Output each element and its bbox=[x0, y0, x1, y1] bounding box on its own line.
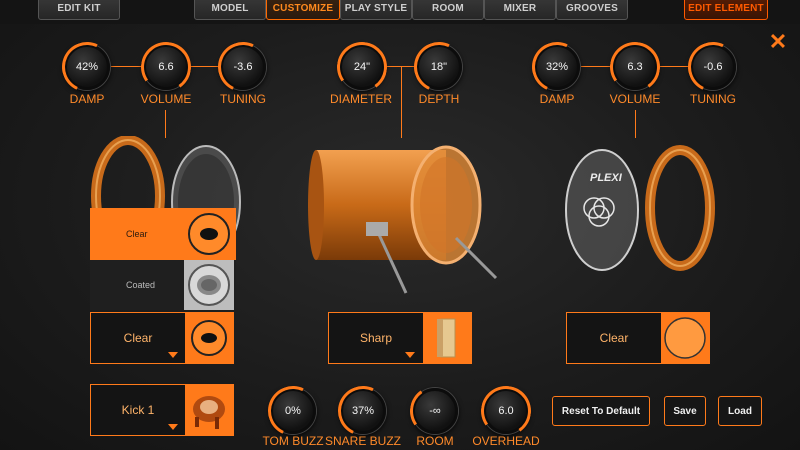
chevron-down-icon bbox=[168, 424, 178, 430]
kick-thumb bbox=[185, 385, 233, 435]
edit-kit-button[interactable]: EDIT KIT bbox=[38, 0, 120, 20]
knob-value: 6.0 bbox=[498, 405, 514, 417]
option-label: Coated bbox=[126, 280, 156, 290]
volume-knob-left[interactable]: 6.6 bbox=[143, 44, 189, 90]
knob-value: -0.6 bbox=[703, 61, 723, 73]
knob-value: 6.3 bbox=[627, 61, 643, 73]
head-select-right[interactable]: Clear bbox=[566, 312, 710, 364]
overhead-knob[interactable]: 6.0 bbox=[483, 388, 529, 434]
head-option-coated[interactable]: Coated bbox=[90, 260, 236, 310]
knob-value: 18" bbox=[430, 61, 448, 73]
knob-label: OVERHEAD bbox=[472, 434, 540, 448]
beater-icon bbox=[437, 318, 456, 358]
beater-thumb bbox=[423, 313, 471, 363]
tab-customize[interactable]: CUSTOMIZE bbox=[266, 0, 340, 20]
knob-value: 24" bbox=[353, 61, 371, 73]
knob-label: DAMP bbox=[539, 92, 575, 106]
room-knob[interactable]: -∞ bbox=[412, 388, 458, 434]
knob-value: 0% bbox=[285, 405, 301, 417]
depth-knob[interactable]: 18" bbox=[416, 44, 462, 90]
tab-mixer[interactable]: MIXER bbox=[484, 0, 556, 20]
knob-value: -∞ bbox=[429, 405, 441, 417]
knob-value: 37% bbox=[351, 405, 375, 417]
reset-to-default-button[interactable]: Reset To Default bbox=[552, 396, 650, 426]
tuning-knob-left[interactable]: -3.6 bbox=[220, 44, 266, 90]
knob-value: 32% bbox=[545, 61, 569, 73]
snare-buzz-knob[interactable]: 37% bbox=[340, 388, 386, 434]
reso-logo: PLEXI bbox=[590, 172, 622, 184]
edit-element-button[interactable]: EDIT ELEMENT bbox=[684, 0, 768, 20]
chevron-down-icon bbox=[405, 352, 415, 358]
coated-head-icon bbox=[184, 260, 234, 310]
tab-grooves[interactable]: GROOVES bbox=[556, 0, 628, 20]
close-icon[interactable]: ✕ bbox=[768, 31, 788, 53]
kick-sample-icon bbox=[193, 396, 225, 429]
damp-knob-right[interactable]: 32% bbox=[534, 44, 580, 90]
reso-head-illustration bbox=[565, 145, 715, 271]
clear-head-icon bbox=[191, 320, 227, 356]
connector-line bbox=[635, 110, 636, 138]
clear-head-thumb bbox=[185, 313, 233, 363]
option-label: Clear bbox=[126, 229, 148, 239]
bass-drum-illustration bbox=[308, 145, 498, 294]
knob-value: 42% bbox=[75, 61, 99, 73]
knob-label: VOLUME bbox=[609, 92, 661, 106]
knob-label: TUNING bbox=[690, 92, 736, 106]
load-button[interactable]: Load bbox=[718, 396, 762, 426]
clear-head-icon bbox=[664, 317, 706, 359]
tuning-knob-right[interactable]: -0.6 bbox=[690, 44, 736, 90]
tom-buzz-knob[interactable]: 0% bbox=[270, 388, 316, 434]
select-value: Clear bbox=[599, 331, 629, 345]
knob-label: DAMP bbox=[69, 92, 105, 106]
connector-line bbox=[110, 66, 144, 67]
knob-value: -3.6 bbox=[233, 61, 253, 73]
select-value: Clear bbox=[123, 331, 153, 345]
knob-value: 6.6 bbox=[158, 61, 174, 73]
select-value: Kick 1 bbox=[121, 403, 155, 417]
damp-knob-left[interactable]: 42% bbox=[64, 44, 110, 90]
diameter-knob[interactable]: 24" bbox=[339, 44, 385, 90]
knob-label: DIAMETER bbox=[329, 92, 392, 106]
volume-knob-right[interactable]: 6.3 bbox=[612, 44, 658, 90]
select-value: Sharp bbox=[359, 331, 393, 345]
knob-label: TUNING bbox=[220, 92, 266, 106]
kick-select[interactable]: Kick 1 bbox=[90, 384, 234, 436]
beater-select-center[interactable]: Sharp bbox=[328, 312, 472, 364]
chevron-down-icon bbox=[168, 352, 178, 358]
connector-line bbox=[165, 110, 166, 138]
tab-room[interactable]: ROOM bbox=[412, 0, 484, 20]
head-option-clear[interactable]: Clear bbox=[90, 208, 236, 260]
tab-model[interactable]: MODEL bbox=[194, 0, 266, 20]
clear-head-icon bbox=[184, 209, 234, 259]
save-button[interactable]: Save bbox=[664, 396, 706, 426]
knob-label: DEPTH bbox=[418, 92, 460, 106]
clear-head-thumb bbox=[661, 313, 709, 363]
head-select-left[interactable]: Clear bbox=[90, 312, 234, 364]
tab-play-style[interactable]: PLAY STYLE bbox=[340, 0, 412, 20]
